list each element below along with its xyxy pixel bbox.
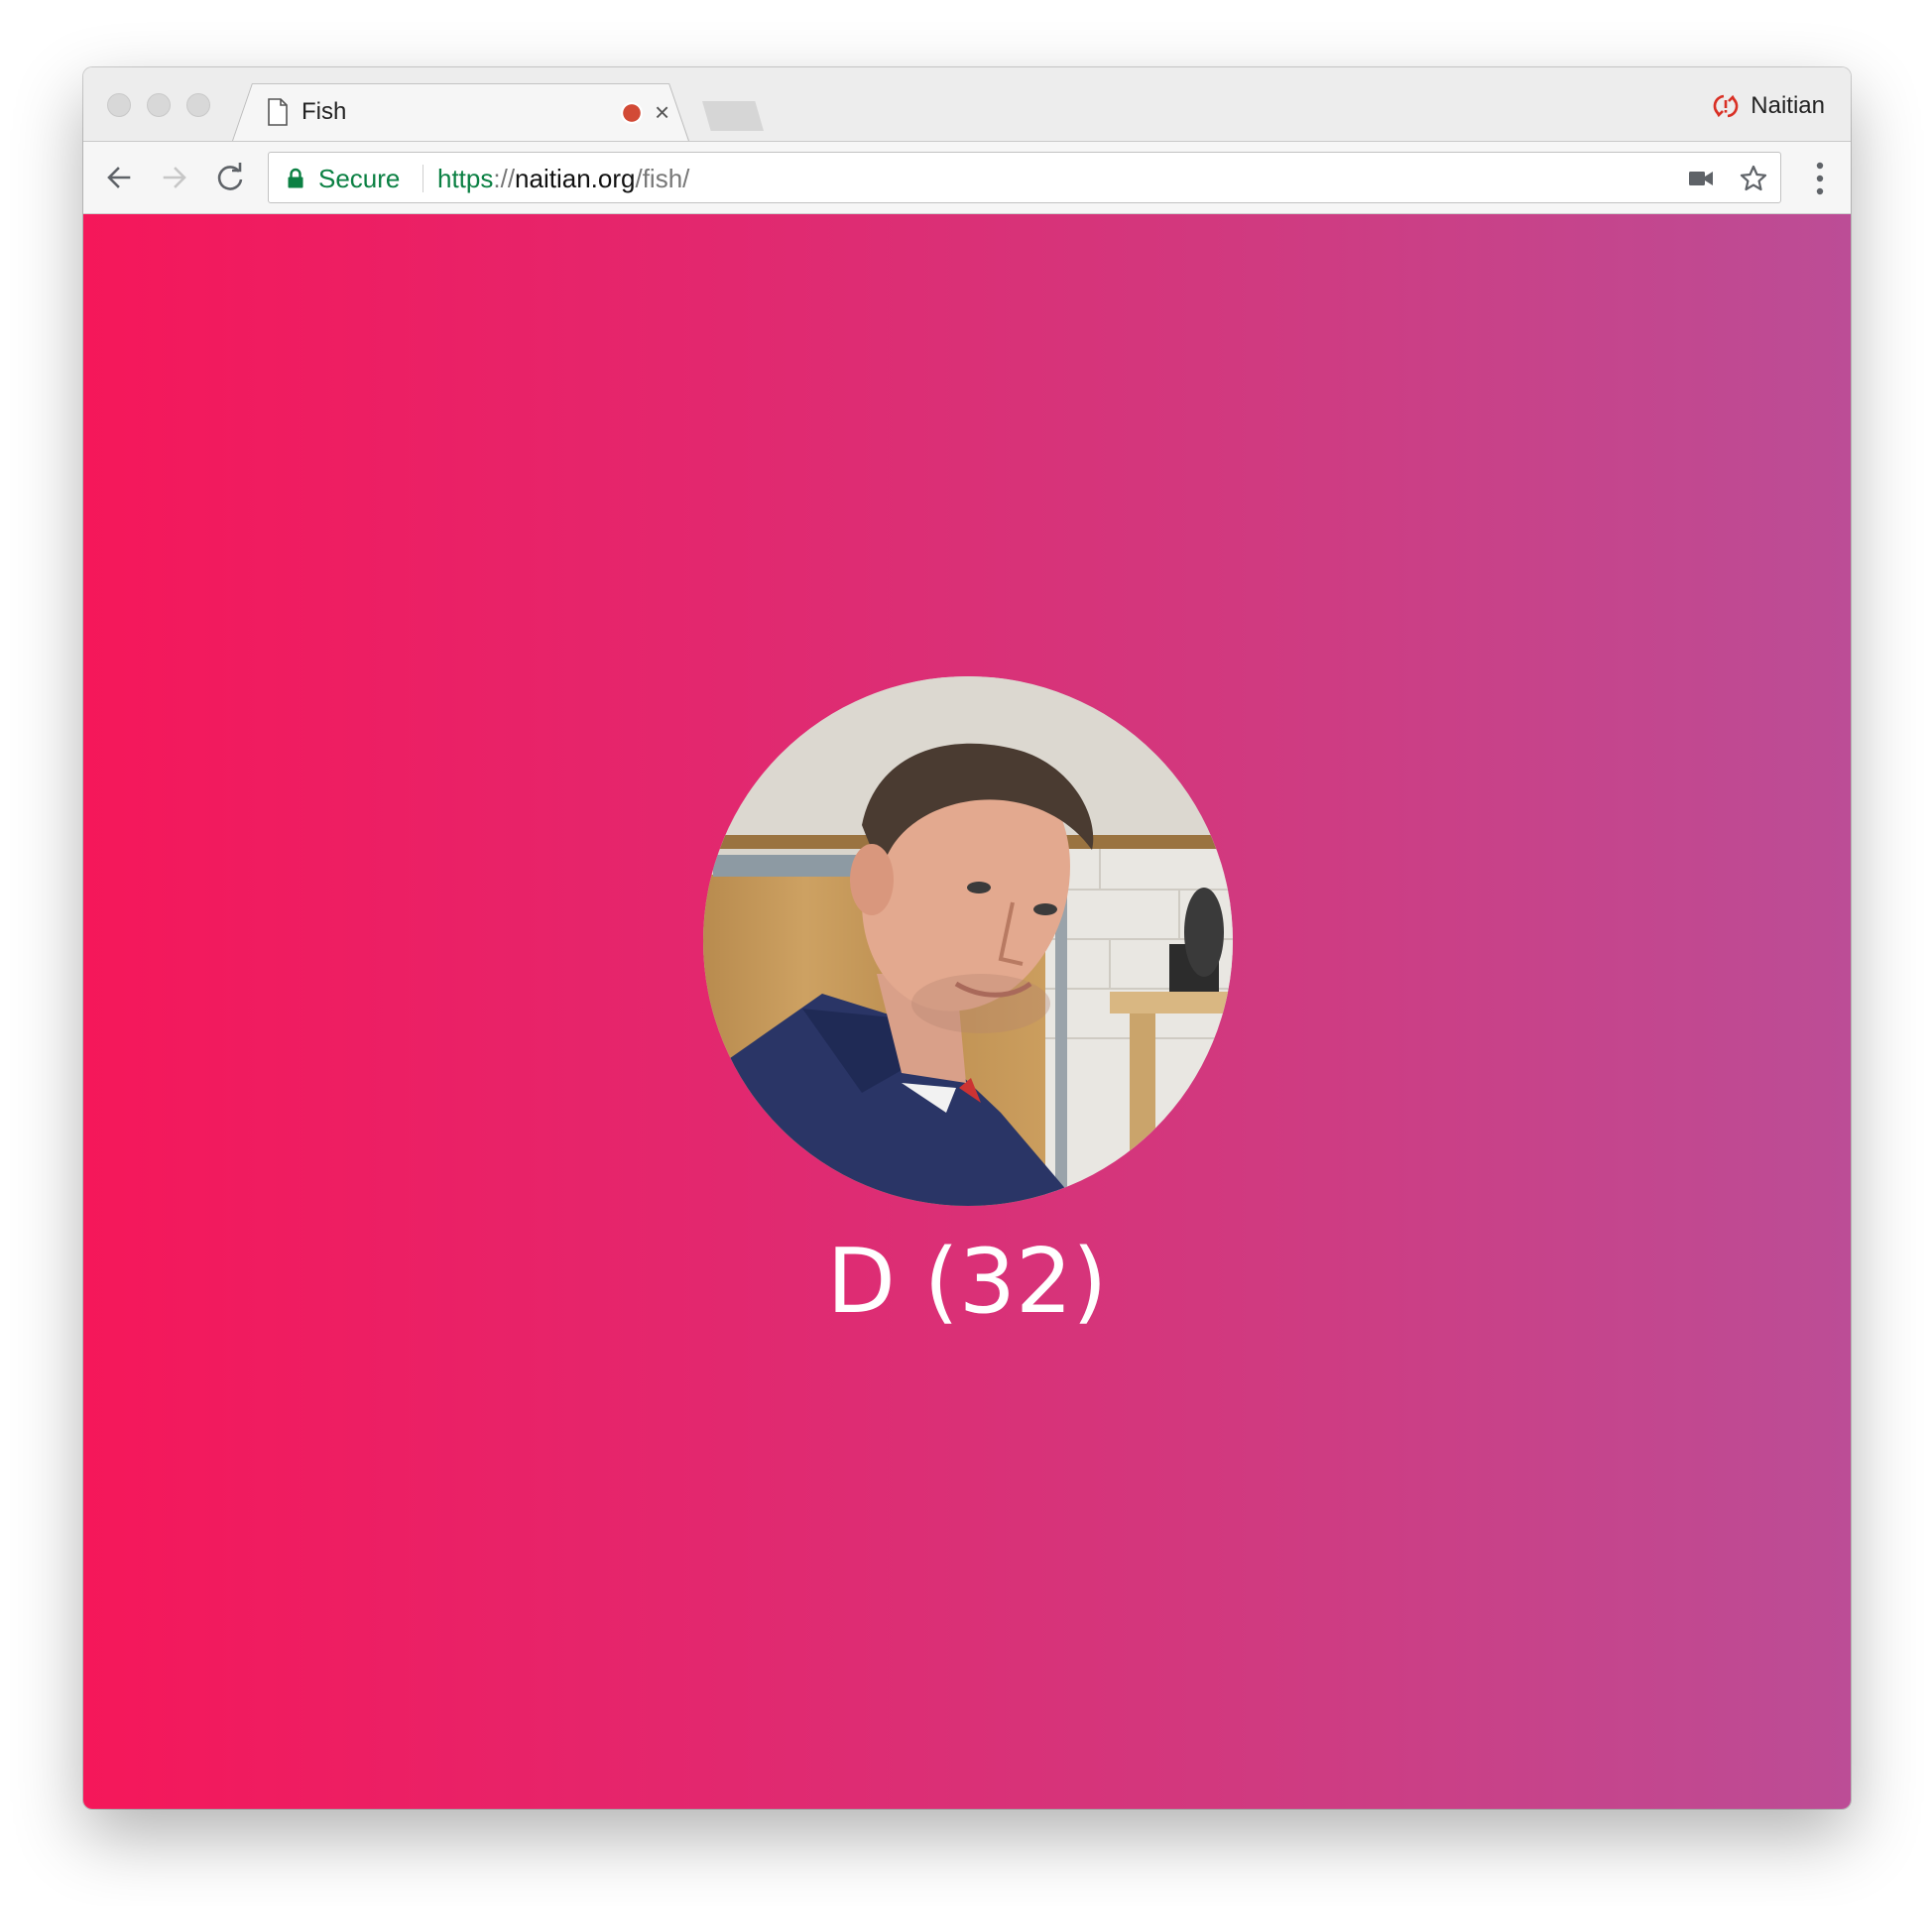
url-separator: :// (493, 164, 516, 193)
url-text[interactable]: https://naitian.org/fish/ (437, 163, 689, 194)
person-name-label: D (32) (826, 1230, 1108, 1334)
profile-name: Naitian (1751, 92, 1825, 119)
new-tab-button[interactable] (702, 101, 764, 131)
tab-strip: Fish × Naitian (83, 67, 1851, 141)
minimize-window-button[interactable] (147, 93, 171, 117)
camera-icon[interactable] (1687, 167, 1715, 190)
profile-button[interactable]: Naitian (1711, 91, 1825, 121)
page-icon (268, 98, 288, 126)
avatar-photo (703, 676, 1233, 1206)
forward-arrow-icon[interactable] (155, 158, 194, 197)
sync-error-icon (1713, 94, 1739, 118)
browser-window: Fish × Naitian Secure https://naitian.or… (83, 67, 1851, 1809)
reload-icon[interactable] (210, 158, 250, 197)
secure-label: Secure (318, 164, 401, 193)
lock-icon (288, 168, 303, 188)
url-host: naitian.org (515, 164, 636, 193)
person-photo-icon (703, 676, 1233, 1206)
url-path: /fish/ (635, 164, 690, 193)
menu-kebab-icon[interactable] (1815, 160, 1825, 197)
zoom-window-button[interactable] (186, 93, 210, 117)
page-viewport: D (32) (83, 214, 1851, 1809)
close-tab-icon[interactable]: × (655, 95, 669, 129)
url-scheme: https (437, 164, 494, 193)
close-window-button[interactable] (107, 93, 131, 117)
address-bar[interactable]: Secure https://naitian.org/fish/ (268, 152, 1781, 203)
tab-title: Fish (302, 98, 347, 125)
recording-indicator-icon (621, 102, 643, 124)
toolbar: Secure https://naitian.org/fish/ (83, 141, 1851, 214)
tab-fish[interactable] (232, 83, 688, 143)
bookmark-star-icon[interactable] (1739, 164, 1768, 193)
tab-top-border (252, 83, 668, 84)
back-arrow-icon[interactable] (99, 158, 139, 197)
